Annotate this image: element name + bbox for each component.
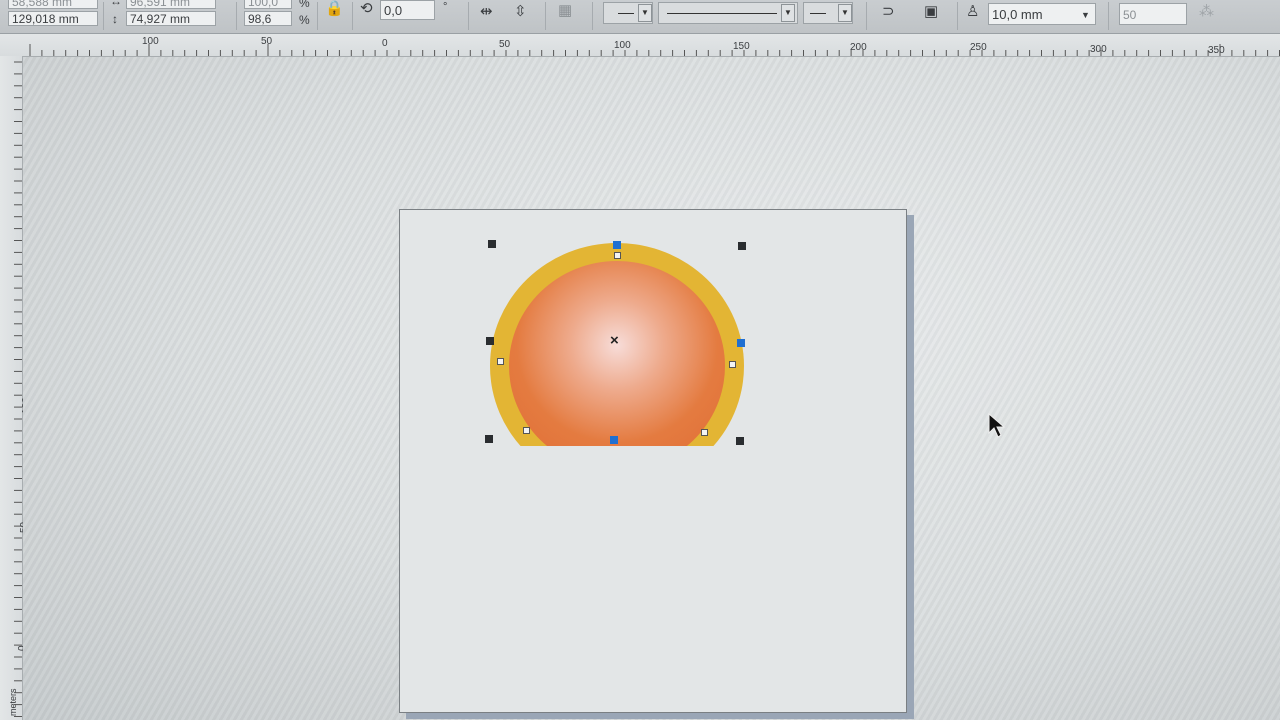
rotate-icon: ⟲ (360, 0, 373, 17)
selection-handle-bottom-right[interactable] (736, 437, 744, 445)
shape-layer (490, 243, 744, 489)
separator (468, 2, 469, 30)
selection-handle-top-right[interactable] (738, 242, 746, 250)
nudge-distance-field[interactable]: 50 (1119, 3, 1187, 25)
ruler-label: 100 (142, 36, 159, 47)
width-field[interactable]: 96,591 mm (126, 0, 216, 9)
selection-handle-bottom-left[interactable] (485, 435, 493, 443)
degree-label: ° (443, 1, 448, 13)
chevron-down-icon[interactable]: ▼ (638, 4, 652, 22)
path-node[interactable] (497, 358, 504, 365)
separator (866, 2, 867, 30)
separator (1108, 2, 1109, 30)
chevron-down-icon[interactable]: ▼ (1081, 6, 1090, 24)
mouse-cursor-icon (988, 413, 1006, 438)
selection-handle-top[interactable] (613, 241, 621, 249)
path-node[interactable] (729, 361, 736, 368)
outline-width-select[interactable]: 10,0 mm (988, 3, 1096, 25)
convert-to-curves-icon[interactable]: ▦ (558, 2, 572, 20)
chevron-down-icon[interactable]: ▼ (838, 4, 852, 22)
ruler-label: 300 (1090, 44, 1107, 55)
ruler-label: 50 (261, 36, 273, 47)
separator (103, 2, 104, 30)
selected-half-circle-shape[interactable] (490, 243, 744, 489)
scale-x-field[interactable]: 100,0 (244, 0, 292, 9)
selection-handle-left[interactable] (486, 337, 494, 345)
drawing-canvas[interactable]: × (23, 57, 1280, 720)
ruler-label: 200 (850, 42, 867, 53)
height-field[interactable]: 74,927 mm (126, 11, 216, 26)
ruler-label: 50 (499, 39, 511, 50)
mirror-vertical-icon[interactable]: ⇳ (514, 3, 527, 21)
line-preview (618, 13, 634, 14)
line-style-select[interactable]: ▼ (658, 2, 798, 24)
ruler-label: 100 (614, 40, 631, 51)
ruler-label: 150 (733, 41, 750, 52)
align-icon[interactable]: ▣ (924, 3, 938, 21)
scale-y-percent-label: % (299, 13, 310, 27)
line-preview (810, 13, 826, 14)
ruler-ticks (14, 61, 22, 717)
vertical-ruler[interactable]: 200 150 100 50 0 meters (0, 56, 35, 720)
line-preview (667, 13, 777, 14)
path-node[interactable] (614, 252, 621, 259)
ruler-label: 0 (382, 38, 388, 49)
ruler-ticks (29, 44, 1280, 56)
selection-handle-bottom[interactable] (610, 436, 618, 444)
horizontal-ruler[interactable]: 100 50 0 50 100 150 200 250 300 350 (0, 34, 1280, 57)
separator (545, 2, 546, 30)
chevron-down-icon[interactable]: ▼ (781, 4, 795, 22)
outline-pen-icon: ♙ (966, 3, 980, 20)
end-arrow-select[interactable]: ▼ (803, 2, 853, 24)
mirror-horizontal-icon[interactable]: ⇹ (480, 3, 493, 21)
lock-ratio-icon[interactable]: 🔒 (325, 0, 344, 18)
path-node[interactable] (701, 429, 708, 436)
separator (957, 2, 958, 30)
rotation-angle-field[interactable]: 0,0 (380, 0, 435, 20)
position-y-field[interactable]: 129,018 mm (8, 11, 98, 26)
height-icon: ↕ (112, 12, 118, 26)
ruler-label: 350 (1208, 45, 1225, 56)
snap-icon[interactable]: ⁂ (1199, 3, 1214, 21)
scale-y-field[interactable]: 98,6 (244, 11, 292, 26)
separator (592, 2, 593, 30)
position-x-field[interactable]: 58,588 mm (8, 0, 98, 9)
width-icon: ↔ (110, 0, 122, 8)
property-bar: 58,588 mm 129,018 mm ↔ 96,591 mm ↕ 74,92… (0, 0, 1280, 34)
rotation-center-icon[interactable]: × (610, 333, 619, 348)
wrap-text-icon[interactable]: ⊃ (882, 3, 895, 21)
start-arrow-select[interactable]: ▼ (603, 2, 653, 24)
ruler-label: 250 (970, 42, 987, 53)
separator (317, 2, 318, 30)
separator (352, 2, 353, 30)
path-node[interactable] (523, 427, 530, 434)
selection-handle-right[interactable] (737, 339, 745, 347)
ruler-unit-label: meters (8, 688, 18, 716)
selection-handle-top-left[interactable] (488, 240, 496, 248)
separator (236, 2, 237, 30)
